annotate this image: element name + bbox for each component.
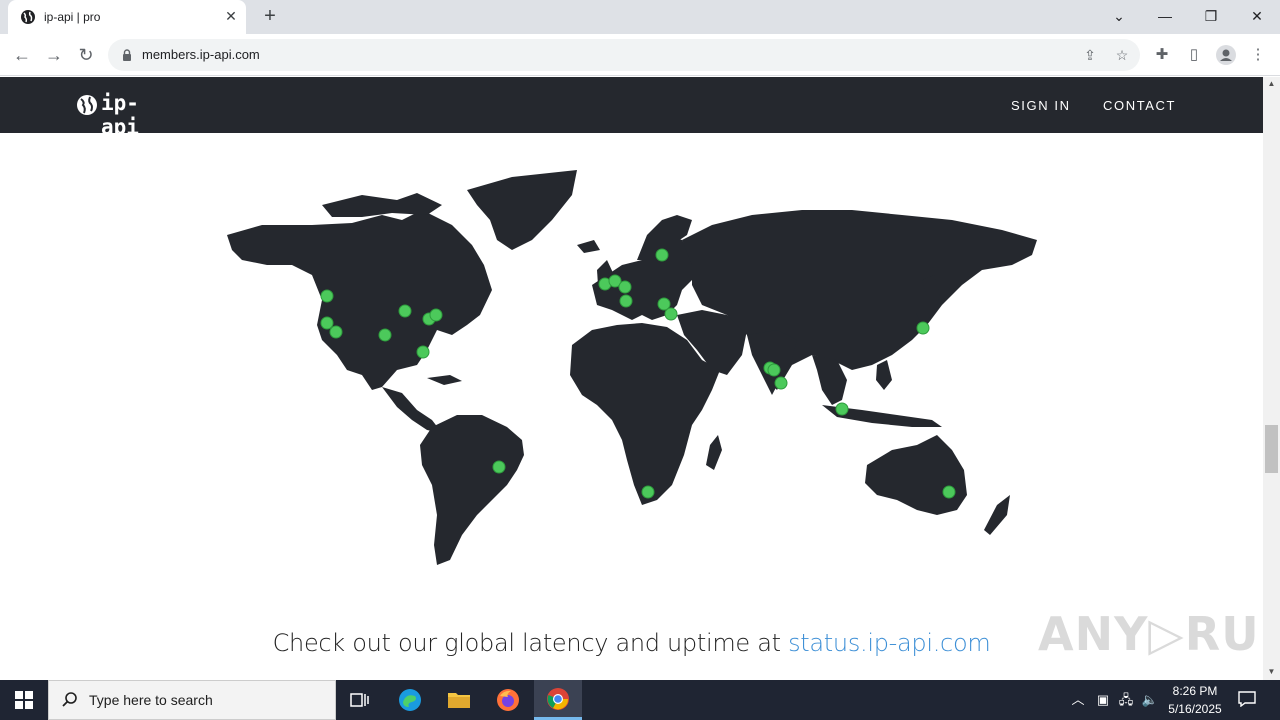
marker-mumbai-2: [767, 363, 781, 377]
firefox-taskbar-button[interactable]: [484, 680, 532, 720]
edge-taskbar-button[interactable]: [386, 680, 434, 720]
file-explorer-taskbar-button[interactable]: [435, 680, 483, 720]
marker-new-york: [429, 308, 443, 322]
marker-istanbul: [664, 307, 678, 321]
world-map: [227, 170, 1037, 565]
marker-tokyo: [916, 321, 930, 335]
network-icon[interactable]: 🖧: [1117, 691, 1135, 709]
browser-tab-bar: ip-api | pro ✕ + ⌄ — ❐ ✕: [0, 0, 1280, 34]
marker-seattle: [320, 289, 334, 303]
edge-icon: [399, 689, 421, 711]
close-window-button[interactable]: ✕: [1234, 2, 1280, 30]
new-tab-button[interactable]: +: [258, 5, 282, 29]
scroll-up-icon[interactable]: ▲: [1267, 79, 1276, 88]
task-view-button[interactable]: [336, 680, 384, 720]
marker-singapore: [835, 402, 849, 416]
extensions-icon[interactable]: ✚: [1150, 43, 1174, 67]
show-hidden-icons-icon[interactable]: ︿: [1069, 691, 1087, 709]
marker-sao-paulo: [492, 460, 506, 474]
marker-san-francisco: [320, 316, 334, 330]
taskbar-search-box[interactable]: Type here to search: [48, 680, 336, 720]
marker-miami: [416, 345, 430, 359]
restore-button[interactable]: ❐: [1188, 2, 1234, 30]
task-view-icon: [350, 693, 369, 707]
marker-stockholm: [655, 248, 669, 262]
back-icon[interactable]: ←: [9, 42, 35, 68]
reload-icon[interactable]: ↻: [73, 42, 99, 68]
side-panel-icon[interactable]: ▯: [1182, 43, 1206, 67]
globe-logo-icon: [77, 95, 97, 115]
marker-dallas: [378, 328, 392, 342]
marker-chicago: [398, 304, 412, 318]
clock-time[interactable]: 8:26 PM: [1164, 684, 1226, 698]
lock-icon: [123, 49, 131, 61]
chrome-icon: [547, 688, 569, 710]
logo-text: ip-api: [101, 91, 139, 139]
minimize-button[interactable]: —: [1142, 2, 1188, 30]
windows-taskbar: Type here to search ︿ ▣ 🖧 🔈 8:26 PM 5/16: [0, 680, 1280, 720]
volume-icon[interactable]: 🔈: [1141, 691, 1159, 709]
marker-frankfurt: [618, 280, 632, 294]
device-icon[interactable]: ▣: [1094, 691, 1112, 709]
marker-los-angeles: [329, 325, 343, 339]
marker-sydney: [942, 485, 956, 499]
forward-icon[interactable]: →: [41, 42, 67, 68]
clock-date[interactable]: 5/16/2025: [1164, 702, 1226, 716]
share-icon[interactable]: ⇪: [1080, 45, 1100, 65]
firefox-icon: [497, 689, 519, 711]
url-text[interactable]: members.ip-api.com: [142, 47, 260, 62]
profile-avatar-icon[interactable]: [1214, 43, 1238, 67]
map-landmass: [227, 170, 1037, 565]
tagline-text: Check out our global latency and uptime …: [272, 629, 789, 657]
globe-icon: [21, 10, 35, 24]
status-link[interactable]: status.ip-api.com: [788, 629, 991, 657]
windows-logo-icon: [15, 691, 33, 709]
page-scrollbar[interactable]: ▲ ▼: [1263, 77, 1280, 680]
page-viewport: ip-api SIGN IN CONTACT Check out our glo…: [0, 77, 1263, 680]
search-icon: [62, 692, 77, 707]
start-button[interactable]: [0, 680, 48, 720]
marker-bangalore: [774, 376, 788, 390]
scroll-thumb[interactable]: [1265, 425, 1278, 473]
browser-tab[interactable]: ip-api | pro ✕: [8, 0, 246, 34]
site-navbar: ip-api SIGN IN CONTACT: [0, 77, 1263, 139]
notification-icon[interactable]: [1238, 691, 1256, 709]
chrome-taskbar-button[interactable]: [534, 680, 582, 720]
tab-title: ip-api | pro: [44, 10, 101, 24]
scroll-down-icon[interactable]: ▼: [1267, 667, 1276, 676]
marker-johannesburg: [641, 485, 655, 499]
bookmark-star-icon[interactable]: ☆: [1112, 45, 1132, 65]
folder-icon: [448, 693, 470, 708]
address-bar[interactable]: members.ip-api.com ⇪ ☆: [108, 39, 1140, 71]
browser-toolbar: ← → ↻ members.ip-api.com ⇪ ☆ ✚ ▯ ⋮: [0, 34, 1280, 76]
tab-close-icon[interactable]: ✕: [222, 7, 240, 25]
contact-link[interactable]: CONTACT: [1103, 98, 1176, 113]
sign-in-link[interactable]: SIGN IN: [1011, 98, 1071, 113]
marker-milan: [619, 294, 633, 308]
search-placeholder: Type here to search: [89, 692, 213, 708]
anyrun-watermark: ANY▷RUN: [1038, 607, 1263, 661]
tab-search-icon[interactable]: ⌄: [1096, 2, 1142, 30]
menu-icon[interactable]: ⋮: [1246, 43, 1270, 67]
